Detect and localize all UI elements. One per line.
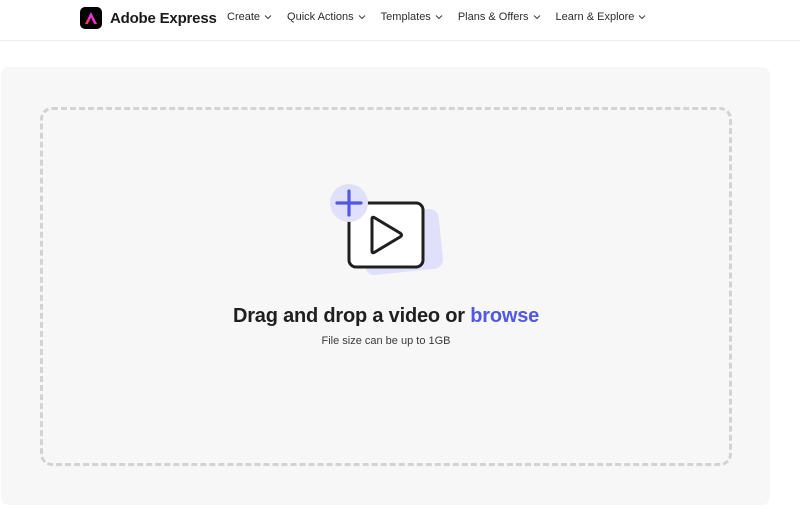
plus-icon	[330, 184, 368, 222]
chevron-down-icon	[533, 15, 540, 20]
nav-item-label: Plans & Offers	[457, 11, 529, 23]
chevron-down-icon	[639, 15, 646, 20]
brand-link[interactable]: Adobe Express	[80, 7, 217, 29]
nav-item-learn-explore[interactable]: Learn & Explore	[556, 11, 647, 23]
nav-item-label: Create	[227, 11, 261, 23]
chevron-down-icon	[358, 15, 366, 20]
top-navigation-bar: Adobe Express Create Quick Actions Templ…	[0, 0, 800, 41]
video-upload-illustration	[330, 184, 444, 275]
chevron-down-icon	[435, 15, 443, 20]
main-nav: Create Quick Actions Templates Plans & O…	[227, 11, 661, 23]
nav-item-label: Learn & Explore	[555, 11, 635, 23]
nav-item-label: Templates	[380, 11, 431, 23]
adobe-express-logo-icon	[80, 7, 102, 29]
nav-item-quick-actions[interactable]: Quick Actions	[287, 11, 366, 23]
video-dropzone[interactable]	[40, 107, 732, 466]
upload-headline: Drag and drop a video or browse	[0, 305, 772, 328]
file-size-limit: File size can be up to 1GB	[321, 335, 451, 347]
nav-item-templates[interactable]: Templates	[381, 11, 443, 23]
nav-item-create[interactable]: Create	[227, 11, 272, 23]
chevron-down-icon	[264, 15, 272, 20]
brand-name: Adobe Express	[110, 9, 217, 27]
nav-item-label: Quick Actions	[287, 11, 354, 23]
nav-item-plans-offers[interactable]: Plans & Offers	[458, 11, 541, 23]
browse-link[interactable]: browse	[470, 305, 539, 327]
upload-headline-text: Drag and drop a video or	[232, 305, 471, 327]
